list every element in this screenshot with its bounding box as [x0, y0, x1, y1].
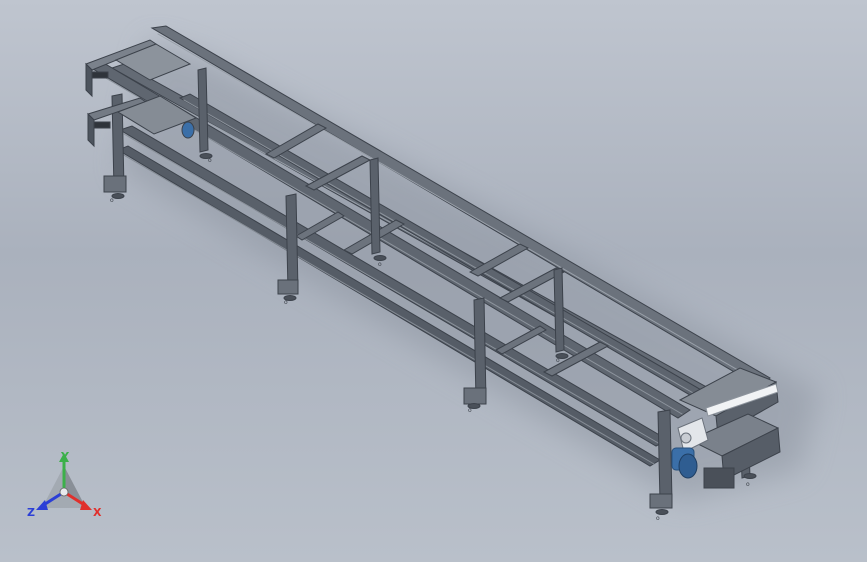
svg-text:o: o	[284, 299, 288, 306]
lower-rail-far	[178, 93, 761, 431]
left-motor	[181, 121, 195, 139]
svg-text:o: o	[208, 157, 212, 164]
svg-text:o: o	[378, 261, 382, 268]
triad-origin	[59, 487, 69, 497]
x-axis-label: X	[93, 506, 102, 519]
svg-text:o: o	[468, 407, 472, 414]
z-axis-label: Z	[27, 506, 35, 519]
y-axis-label: Y	[60, 450, 70, 463]
conveyor-frame-model[interactable]: o o o o o o o o	[0, 0, 867, 562]
graphics-viewport[interactable]: o o o o o o o o Y X Z	[0, 0, 867, 562]
svg-text:o: o	[556, 357, 560, 364]
svg-text:o: o	[746, 481, 750, 488]
svg-text:o: o	[110, 197, 114, 204]
svg-text:o: o	[656, 515, 660, 522]
coordinate-triad[interactable]: Y X Z	[26, 448, 106, 523]
